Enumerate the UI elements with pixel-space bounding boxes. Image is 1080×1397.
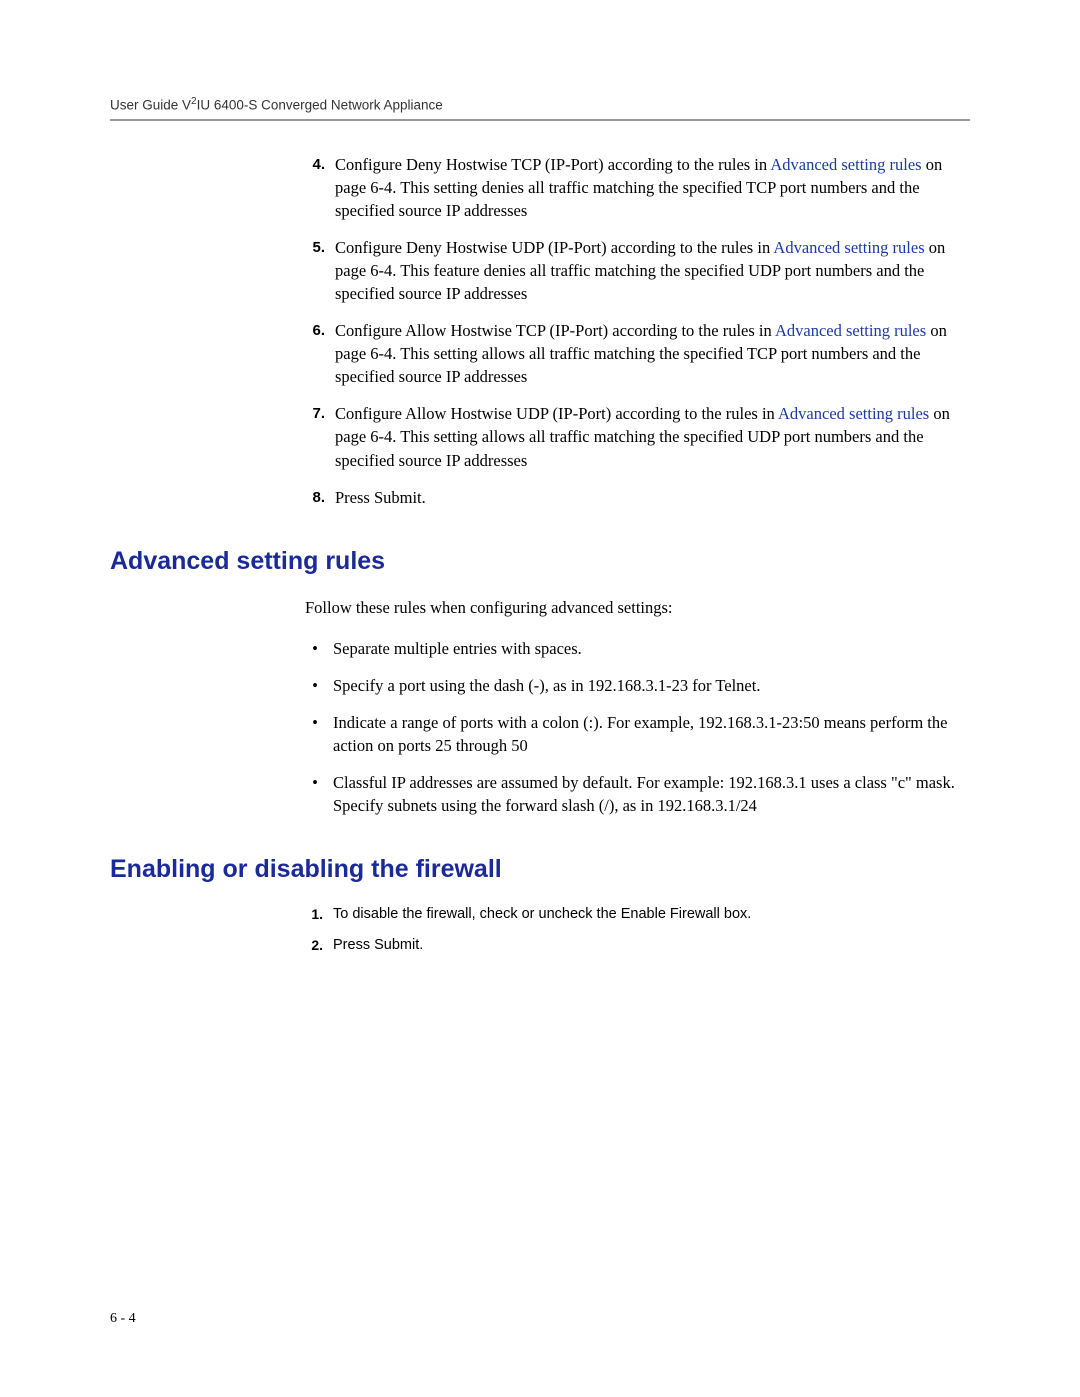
- section1-intro: Follow these rules when configuring adva…: [305, 596, 970, 619]
- step-number: 8.: [305, 486, 335, 509]
- bullet-icon: •: [305, 771, 333, 817]
- step-number: 5.: [305, 236, 335, 305]
- step-text-before: Configure Allow Hostwise TCP (IP-Port) a…: [335, 321, 775, 340]
- step-body: Configure Deny Hostwise UDP (IP-Port) ac…: [335, 236, 970, 305]
- page-number: 6 - 4: [110, 1311, 136, 1327]
- step-text-before: Press Submit.: [335, 488, 426, 507]
- numbered-list: 4. Configure Deny Hostwise TCP (IP-Port)…: [305, 153, 970, 509]
- step-link[interactable]: Advanced setting rules: [775, 321, 926, 340]
- step-number: 2.: [305, 935, 333, 956]
- list-item: 6. Configure Allow Hostwise TCP (IP-Port…: [305, 319, 970, 388]
- list-item: • Separate multiple entries with spaces.: [305, 637, 970, 660]
- step-number: 7.: [305, 402, 335, 471]
- bullet-text: Indicate a range of ports with a colon (…: [333, 711, 970, 757]
- step-text: To disable the firewall, check or unchec…: [333, 904, 970, 925]
- step-body: Configure Allow Hostwise UDP (IP-Port) a…: [335, 402, 970, 471]
- step-link[interactable]: Advanced setting rules: [773, 238, 924, 257]
- heading-enabling-disabling-firewall: Enabling or disabling the firewall: [110, 855, 970, 884]
- step-text-before: Configure Deny Hostwise TCP (IP-Port) ac…: [335, 155, 770, 174]
- list-item: • Classful IP addresses are assumed by d…: [305, 771, 970, 817]
- top-numbered-block: 4. Configure Deny Hostwise TCP (IP-Port)…: [305, 153, 970, 509]
- step-text-before: Configure Deny Hostwise UDP (IP-Port) ac…: [335, 238, 773, 257]
- page-header: User Guide V2IU 6400-S Converged Network…: [110, 96, 970, 121]
- bullet-text: Separate multiple entries with spaces.: [333, 637, 970, 660]
- bullet-icon: •: [305, 674, 333, 697]
- header-suffix: IU 6400-S Converged Network Appliance: [197, 98, 443, 113]
- bullet-icon: •: [305, 711, 333, 757]
- heading-advanced-setting-rules: Advanced setting rules: [110, 547, 970, 576]
- bullet-list: • Separate multiple entries with spaces.…: [305, 637, 970, 818]
- header-prefix: User Guide V: [110, 98, 191, 113]
- step-body: Press Submit.: [335, 486, 970, 509]
- list-item: 1. To disable the firewall, check or unc…: [305, 904, 970, 925]
- bullet-icon: •: [305, 637, 333, 660]
- step-number: 4.: [305, 153, 335, 222]
- step-link[interactable]: Advanced setting rules: [770, 155, 921, 174]
- step-body: Configure Deny Hostwise TCP (IP-Port) ac…: [335, 153, 970, 222]
- list-item: • Indicate a range of ports with a colon…: [305, 711, 970, 757]
- step-text-before: Configure Allow Hostwise UDP (IP-Port) a…: [335, 404, 778, 423]
- list-item: 7. Configure Allow Hostwise UDP (IP-Port…: [305, 402, 970, 471]
- small-numbered-list: 1. To disable the firewall, check or unc…: [305, 904, 970, 956]
- list-item: 4. Configure Deny Hostwise TCP (IP-Port)…: [305, 153, 970, 222]
- bullet-text: Classful IP addresses are assumed by def…: [333, 771, 970, 817]
- list-item: 8. Press Submit.: [305, 486, 970, 509]
- step-number: 1.: [305, 904, 333, 925]
- list-item: 5. Configure Deny Hostwise UDP (IP-Port)…: [305, 236, 970, 305]
- step-text: Press Submit.: [333, 935, 970, 956]
- page-container: User Guide V2IU 6400-S Converged Network…: [0, 0, 1080, 956]
- list-item: 2. Press Submit.: [305, 935, 970, 956]
- list-item: • Specify a port using the dash (-), as …: [305, 674, 970, 697]
- step-body: Configure Allow Hostwise TCP (IP-Port) a…: [335, 319, 970, 388]
- bullet-text: Specify a port using the dash (-), as in…: [333, 674, 970, 697]
- step-link[interactable]: Advanced setting rules: [778, 404, 929, 423]
- step-number: 6.: [305, 319, 335, 388]
